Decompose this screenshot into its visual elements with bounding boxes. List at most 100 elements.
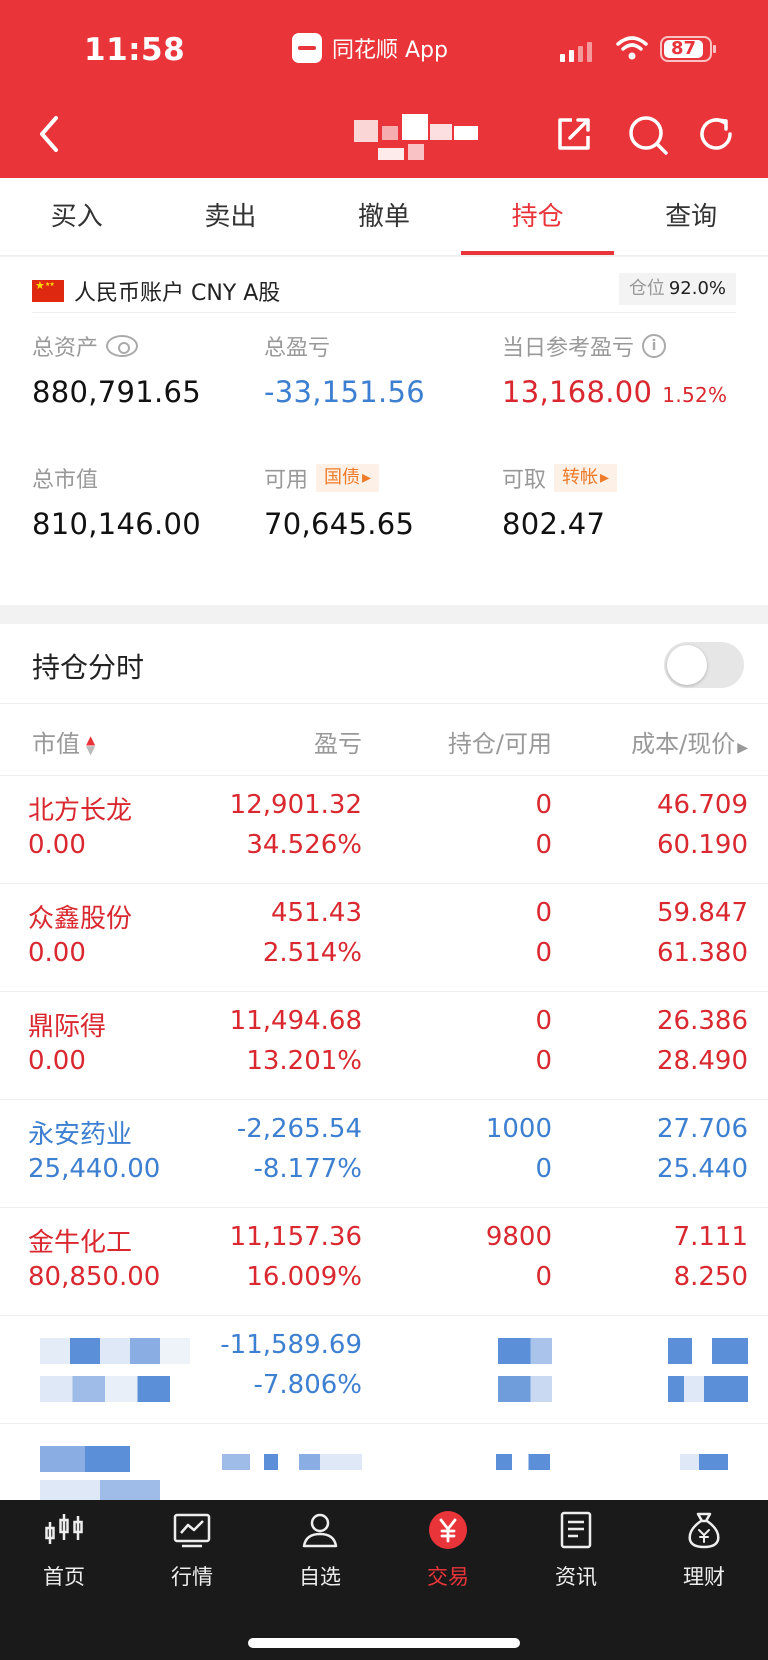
stock-price: 25.440 [657, 1154, 748, 1184]
header: 11:58 同花顺 App 87 [0, 0, 768, 178]
col-qty[interactable]: 持仓/可用 [448, 724, 552, 759]
col-cost-label: 成本/现价 [631, 730, 736, 758]
tabbar-market-label: 行情 [171, 1565, 213, 1589]
col-market-value[interactable]: 市值 ▲ ▼ [32, 724, 95, 759]
metric-market-value: 总市值 810,146.00 [32, 463, 272, 541]
refresh-icon[interactable] [696, 114, 736, 154]
stock-market-value: 0.00 [28, 830, 86, 860]
obscured-name [40, 1338, 190, 1364]
tabbar-trade-label: 交易 [427, 1565, 469, 1589]
col-pl[interactable]: 盈亏 [314, 724, 362, 759]
battery-icon: 87 [660, 36, 716, 62]
tab-cancel[interactable]: 撤单 [307, 178, 461, 255]
daily-pl-percent: 1.52% [662, 383, 728, 407]
stock-market-value: 80,850.00 [28, 1262, 161, 1292]
chevron-right-icon: ▶ [737, 740, 748, 756]
home-indicator[interactable] [248, 1638, 520, 1648]
candlestick-icon [45, 1514, 83, 1544]
share-icon[interactable] [554, 114, 594, 154]
stock-qty: 0 [535, 898, 552, 928]
stock-name: 永安药业 [28, 1120, 133, 1150]
position-label: 仓位 [628, 278, 665, 299]
back-icon[interactable] [30, 112, 70, 156]
transfer-link[interactable]: 转帐 [554, 464, 618, 492]
stock-name: 众鑫股份 [28, 904, 133, 934]
tab-positions[interactable]: 持仓 [460, 178, 615, 255]
tabbar-home-label: 首页 [43, 1565, 85, 1589]
obscured-market-value [40, 1376, 170, 1402]
stock-available: 0 [535, 1154, 552, 1184]
stock-pl: 451.43 [271, 898, 362, 928]
tabbar-watchlist[interactable]: 自选 [260, 1510, 380, 1591]
tabbar-wealth[interactable]: 理财 [644, 1510, 764, 1591]
available-value: 70,645.65 [264, 507, 415, 541]
yuan-icon [429, 1511, 467, 1549]
tab-buy[interactable]: 买入 [0, 178, 154, 255]
stock-pl-percent: 13.201% [246, 1046, 362, 1076]
holding-row-obscured[interactable]: -11,589.69 -7.806% [0, 1316, 768, 1424]
holding-row[interactable]: 北方长龙 0.00 12,901.32 34.526% 0 0 46.709 6… [0, 776, 768, 884]
account-summary: 人民币账户 CNY A股 仓位92.0% 总资产 880,791.65 总盈亏 … [0, 257, 768, 605]
back-to-app[interactable]: 同花顺 App [292, 30, 448, 66]
holdings-header: 持仓分时 [0, 624, 768, 704]
stock-cost: 26.386 [657, 1006, 748, 1036]
holdings-list: 市值 ▲ ▼ 盈亏 持仓/可用 成本/现价 ▶ 北方长龙 0.00 12,901.32… [0, 704, 768, 1500]
eye-icon[interactable] [106, 335, 139, 357]
china-flag-icon [32, 279, 64, 302]
tabbar-home[interactable]: 首页 [4, 1510, 124, 1591]
col-market-value-label: 市值 [32, 730, 80, 758]
holding-row[interactable]: 永安药业 25,440.00 -2,265.54 -8.177% 1000 0 … [0, 1100, 768, 1208]
metric-total-assets: 总资产 880,791.65 [32, 331, 272, 409]
withdrawable-label: 可取 [502, 468, 547, 493]
stock-available: 0 [535, 938, 552, 968]
holding-row[interactable]: 金牛化工 80,850.00 11,157.36 16.009% 9800 0 … [0, 1208, 768, 1316]
stock-cost: 59.847 [657, 898, 748, 928]
holding-row-obscured[interactable] [0, 1424, 768, 1500]
account-selector[interactable]: 人民币账户 CNY A股 仓位92.0% [32, 269, 736, 313]
total-pl-value: -33,151.56 [264, 375, 426, 409]
news-icon [560, 1511, 592, 1549]
stock-market-value: 0.00 [28, 1046, 86, 1076]
stock-pl: -11,589.69 [220, 1330, 362, 1360]
moneybag-icon [688, 1512, 720, 1549]
tabbar-news[interactable]: 资讯 [516, 1510, 636, 1591]
holdings-column-header: 市值 ▲ ▼ 盈亏 持仓/可用 成本/现价 ▶ [0, 704, 768, 776]
metric-available: 可用国债 70,645.65 [264, 463, 504, 541]
metric-daily-pl: 当日参考盈亏 i 13,168.00 1.52% [502, 331, 762, 409]
total-pl-label: 总盈亏 [264, 336, 331, 361]
intraday-toggle[interactable] [664, 642, 744, 688]
tab-query[interactable]: 查询 [614, 178, 768, 255]
treasury-bond-link[interactable]: 国债 [316, 464, 380, 492]
holding-row[interactable]: 鼎际得 0.00 11,494.68 13.201% 0 0 26.386 28… [0, 992, 768, 1100]
bottom-tab-bar: 首页 行情 自选 交易 资讯 理财 [0, 1500, 768, 1660]
holding-row[interactable]: 众鑫股份 0.00 451.43 2.514% 0 0 59.847 61.38… [0, 884, 768, 992]
metric-total-pl: 总盈亏 -33,151.56 [264, 331, 504, 409]
tab-sell[interactable]: 卖出 [154, 178, 308, 255]
position-value: 92.0% [668, 278, 726, 299]
stock-price: 60.190 [657, 830, 748, 860]
status-bar: 11:58 同花顺 App 87 [0, 28, 768, 74]
stock-price: 61.380 [657, 938, 748, 968]
stock-market-value: 25,440.00 [28, 1154, 161, 1184]
obscured-available [498, 1376, 552, 1402]
info-icon[interactable]: i [642, 334, 667, 358]
total-assets-label: 总资产 [32, 336, 99, 361]
tabbar-trade[interactable]: 交易 [388, 1510, 508, 1591]
obscured-cost [668, 1338, 748, 1364]
tabbar-market[interactable]: 行情 [132, 1510, 252, 1591]
obscured-name [40, 1446, 130, 1472]
search-icon[interactable] [627, 114, 669, 156]
stock-pl-percent: -7.806% [253, 1370, 362, 1400]
stock-pl-percent: 16.009% [246, 1262, 362, 1292]
obscured-market-value [40, 1480, 160, 1500]
col-cost[interactable]: 成本/现价 ▶ [631, 724, 748, 759]
status-time: 11:58 [84, 32, 186, 68]
account-label: 人民币账户 CNY A股 [74, 280, 281, 306]
available-label: 可用 [264, 468, 309, 493]
withdrawable-value: 802.47 [502, 507, 606, 541]
daily-pl-value: 13,168.00 [502, 375, 653, 409]
sort-icon: ▲ ▼ [86, 733, 96, 757]
stock-pl-percent: 34.526% [246, 830, 362, 860]
tabbar-wealth-label: 理财 [683, 1565, 725, 1589]
account-name-obscured [350, 112, 500, 170]
